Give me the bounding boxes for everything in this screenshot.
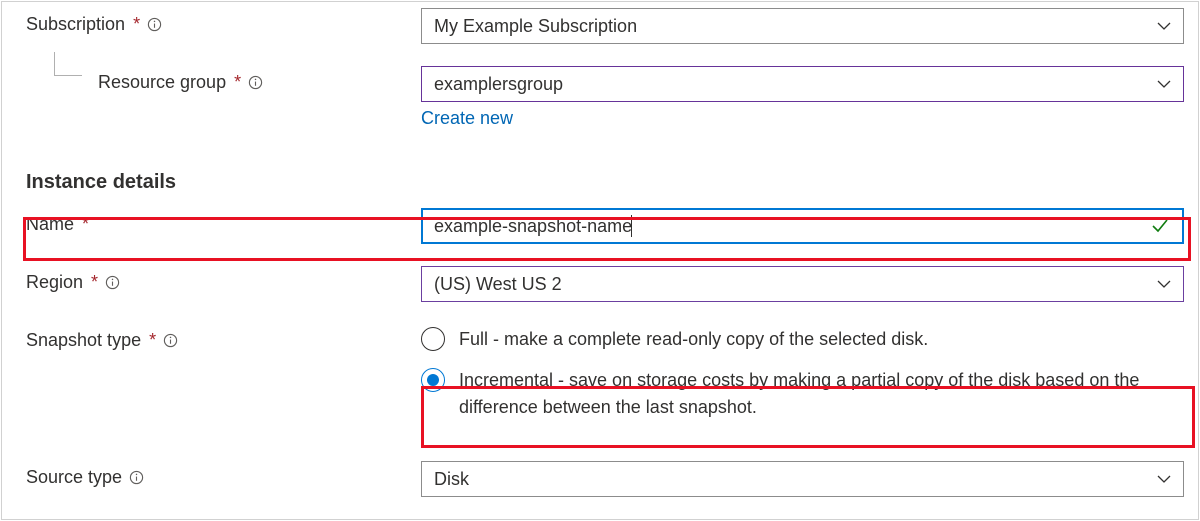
chevron-down-icon	[1155, 275, 1173, 293]
resource-group-select[interactable]: examplersgroup	[421, 66, 1184, 102]
radio-dot	[427, 374, 439, 386]
info-icon[interactable]	[146, 17, 162, 33]
name-value: example-snapshot-name	[434, 216, 632, 237]
snapshot-type-label-col: Snapshot type *	[26, 324, 421, 351]
required-asterisk: *	[91, 272, 98, 293]
name-label: Name	[26, 214, 74, 235]
info-icon[interactable]	[247, 75, 263, 91]
snapshot-type-label: Snapshot type	[26, 330, 141, 351]
resource-group-value: examplersgroup	[434, 74, 563, 95]
region-label: Region	[26, 272, 83, 293]
required-asterisk: *	[149, 330, 156, 351]
name-label-col: Name *	[26, 208, 421, 235]
source-type-label-col: Source type	[26, 461, 421, 488]
radio-icon	[421, 368, 445, 392]
name-input[interactable]: example-snapshot-name	[421, 208, 1184, 244]
snapshot-type-incremental-option[interactable]: Incremental - save on storage costs by m…	[421, 365, 1184, 423]
source-type-value: Disk	[434, 469, 469, 490]
subscription-row: Subscription * My Example Subscription	[26, 8, 1188, 44]
snapshot-type-incremental-text: Incremental - save on storage costs by m…	[459, 367, 1184, 421]
instance-details-heading: Instance details	[26, 171, 1188, 194]
required-asterisk: *	[234, 72, 241, 93]
snapshot-type-row: Snapshot type * Full - make a complete r…	[26, 324, 1188, 423]
create-new-link[interactable]: Create new	[421, 102, 1184, 133]
subscription-select[interactable]: My Example Subscription	[421, 8, 1184, 44]
chevron-down-icon	[1155, 17, 1173, 35]
snapshot-type-full-option[interactable]: Full - make a complete read-only copy of…	[421, 324, 1184, 355]
text-caret	[631, 215, 632, 237]
name-row: Name * example-snapshot-name	[26, 208, 1188, 244]
resource-group-label: Resource group	[98, 72, 226, 93]
source-type-label: Source type	[26, 467, 122, 488]
resource-group-row: Resource group * examplersgroup Create n…	[26, 66, 1188, 133]
info-icon[interactable]	[128, 470, 144, 486]
region-row: Region * (US) West US 2	[26, 266, 1188, 302]
subscription-label: Subscription	[26, 14, 125, 35]
subscription-label-col: Subscription *	[26, 8, 421, 35]
source-type-row: Source type Disk	[26, 461, 1188, 497]
chevron-down-icon	[1155, 75, 1173, 93]
chevron-down-icon	[1155, 470, 1173, 488]
create-snapshot-form: Subscription * My Example Subscription	[1, 1, 1199, 520]
source-type-select[interactable]: Disk	[421, 461, 1184, 497]
region-value: (US) West US 2	[434, 274, 562, 295]
resource-group-label-col: Resource group *	[26, 66, 421, 93]
radio-icon	[421, 327, 445, 351]
tree-elbow	[54, 52, 82, 76]
region-label-col: Region *	[26, 266, 421, 293]
required-asterisk: *	[133, 14, 140, 35]
region-select[interactable]: (US) West US 2	[421, 266, 1184, 302]
snapshot-type-full-text: Full - make a complete read-only copy of…	[459, 326, 932, 353]
required-asterisk: *	[82, 214, 89, 235]
subscription-value: My Example Subscription	[434, 16, 637, 37]
check-icon	[1150, 216, 1170, 236]
info-icon[interactable]	[104, 275, 120, 291]
info-icon[interactable]	[162, 333, 178, 349]
